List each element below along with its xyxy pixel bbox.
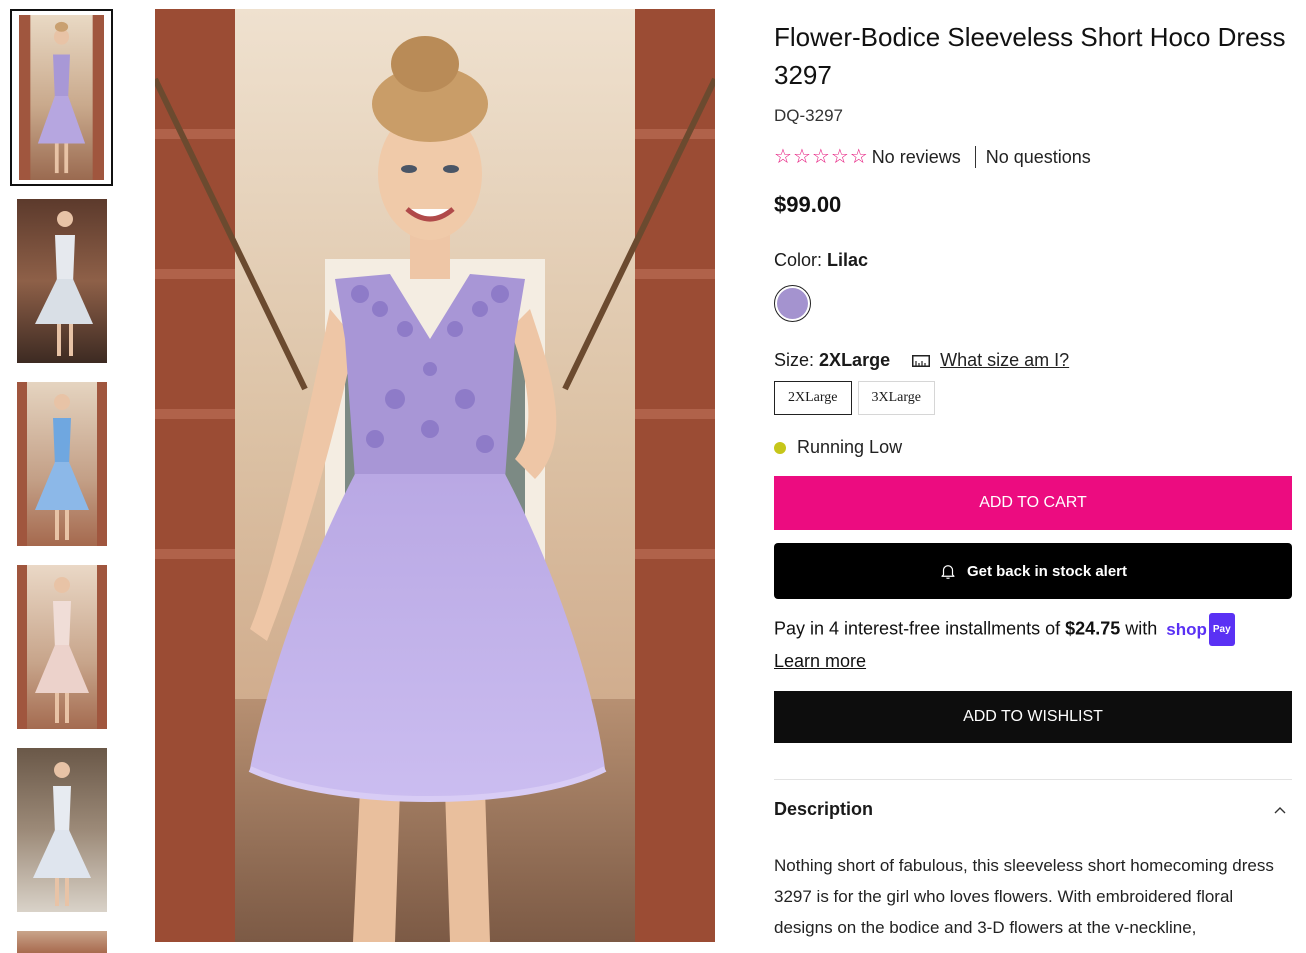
- divider: [974, 146, 976, 168]
- description-accordion-header[interactable]: Description: [774, 799, 1292, 820]
- color-label: Color:: [774, 250, 823, 270]
- installments-prefix: Pay in 4 interest-free installments of: [774, 618, 1061, 639]
- reviews-count-link[interactable]: No reviews: [872, 147, 961, 168]
- dress-figure-icon: [35, 211, 93, 356]
- swatch-fill: [777, 288, 808, 319]
- thumbnail-image: [19, 15, 104, 180]
- stock-dot-icon: [774, 441, 786, 454]
- thumbnail-image: [17, 748, 107, 912]
- size-guide-label: What size am I?: [940, 350, 1070, 370]
- thumbnail-image: [17, 199, 107, 363]
- size-label: Size:: [774, 350, 815, 370]
- installments-amount: $24.75: [1065, 618, 1121, 639]
- size-label-row: Size: 2XLarge What size am I?: [774, 350, 1292, 371]
- thumbnail-white[interactable]: [17, 199, 107, 363]
- color-value: Lilac: [827, 250, 869, 270]
- ruler-icon: [912, 354, 931, 367]
- shoppay-installments: Pay in 4 interest-free installments of $…: [774, 613, 1292, 677]
- stock-alert-label: Get back in stock alert: [966, 562, 1128, 580]
- color-swatch-lilac[interactable]: [774, 285, 811, 322]
- product-price: $99.00: [774, 192, 842, 217]
- product-title: Flower-Bodice Sleeveless Short Hoco Dres…: [774, 22, 1286, 90]
- dress-figure-icon: [17, 565, 107, 729]
- thumbnail-image: [17, 931, 107, 953]
- dress-figure-icon: [33, 762, 91, 906]
- color-label-row: Color: Lilac: [774, 250, 1292, 271]
- reviews-row: ☆ ☆ ☆ ☆ ☆ No reviews No questions: [774, 146, 1292, 168]
- shop-pay-logo-badge: Pay: [1208, 613, 1235, 646]
- stock-status-text: Running Low: [797, 437, 903, 457]
- add-to-wishlist-button[interactable]: ADD TO WISHLIST: [774, 691, 1292, 743]
- dress-figure-icon: [19, 15, 104, 180]
- rating-stars[interactable]: ☆ ☆ ☆ ☆ ☆: [774, 147, 868, 167]
- installments-suffix: with: [1125, 618, 1158, 639]
- section-divider: [774, 779, 1292, 780]
- thumbnail-more[interactable]: [17, 931, 107, 953]
- size-guide-link[interactable]: What size am I?: [912, 350, 1069, 371]
- main-product-image[interactable]: [155, 9, 715, 942]
- thumbnail-image: [17, 565, 107, 729]
- description-heading: Description: [774, 799, 874, 819]
- size-option-3xlarge[interactable]: 3XLarge: [857, 381, 935, 415]
- learn-more-link[interactable]: Learn more: [774, 651, 866, 671]
- questions-link[interactable]: No questions: [986, 147, 1091, 168]
- chevron-up-icon: [1274, 806, 1286, 813]
- stock-status: Running Low: [774, 437, 1292, 458]
- shop-pay-logo: shop Pay: [1166, 613, 1235, 646]
- size-option-2xlarge[interactable]: 2XLarge: [774, 381, 852, 415]
- star-empty-icon: ☆: [774, 146, 792, 168]
- bell-icon: [941, 565, 955, 579]
- star-empty-icon: ☆: [849, 146, 868, 168]
- dress-model-photo-icon: [155, 9, 715, 942]
- thumbnail-image: [17, 382, 107, 546]
- thumbnail-blush[interactable]: [17, 565, 107, 729]
- thumbnail-lilac[interactable]: [10, 9, 113, 186]
- dress-figure-icon: [17, 382, 107, 546]
- description-text: Nothing short of fabulous, this sleevele…: [774, 856, 1274, 937]
- product-sku: DQ-3297: [774, 106, 843, 125]
- star-empty-icon: ☆: [830, 146, 849, 168]
- shop-pay-logo-text: shop: [1166, 620, 1207, 639]
- star-empty-icon: ☆: [811, 146, 830, 168]
- star-empty-icon: ☆: [792, 146, 811, 168]
- add-to-cart-button[interactable]: ADD TO CART: [774, 476, 1292, 530]
- product-info-panel: Flower-Bodice Sleeveless Short Hoco Dres…: [774, 18, 1292, 943]
- size-value: 2XLarge: [819, 350, 891, 370]
- thumbnail-silver[interactable]: [17, 748, 107, 912]
- stock-alert-button[interactable]: Get back in stock alert: [774, 543, 1292, 599]
- thumbnail-blue[interactable]: [17, 382, 107, 546]
- size-options: 2XLarge 3XLarge: [774, 381, 1292, 415]
